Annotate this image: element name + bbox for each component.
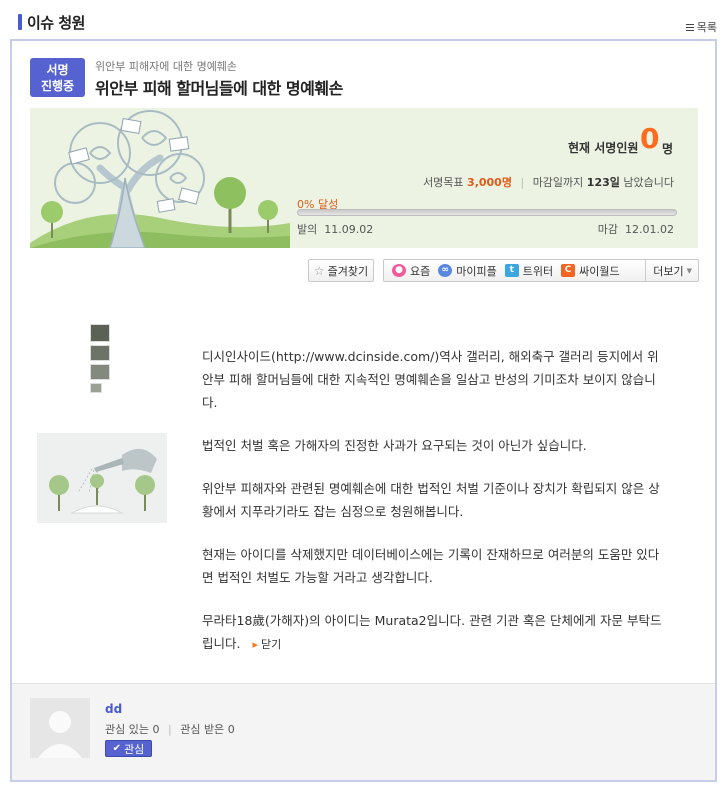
petition-body: 디시인사이드(http://www.dcinside.com/)역사 갤러리, … <box>202 345 662 676</box>
author-stats: 관심 있는 0 | 관심 받은 0 <box>105 721 235 737</box>
deadline-label-pre: 마감일까지 <box>532 176 584 189</box>
share-cyworld[interactable]: C 싸이월드 <box>561 263 620 279</box>
petition-title: 위안부 피해 할머님들에 대한 명예훼손 <box>95 79 343 98</box>
page-title: 이슈 청원 <box>27 14 85 32</box>
start-date-value: 11.09.02 <box>324 223 374 236</box>
watering-illustration <box>37 433 167 523</box>
list-icon <box>685 23 694 31</box>
follow-label: 관심 <box>124 742 145 756</box>
body-paragraph: 현재는 아이디를 삭제했지만 데이터베이스에는 기록이 잔재하므로 여러분의 도… <box>202 547 660 585</box>
current-signers-label: 현재 서명인원 <box>568 141 639 155</box>
current-signers-count: 0 <box>640 122 660 155</box>
thumbnail-image[interactable] <box>90 383 102 393</box>
interests-label: 관심 있는 <box>105 723 149 736</box>
tree-illustration <box>30 110 290 248</box>
goal-line: 서명목표 3,000명 | 마감일까지 123일 남았습니다 <box>423 174 674 190</box>
interested-by-count: 0 <box>227 723 235 736</box>
share-mypeople-label: 마이피플 <box>456 264 497 278</box>
share-mypeople[interactable]: ∞ 마이피플 <box>438 263 497 279</box>
petition-category: 위안부 피해자에 대한 명예훼손 <box>95 60 238 73</box>
status-badge-line1: 서명 <box>46 63 69 77</box>
body-paragraph: 법적인 처벌 혹은 가해자의 진정한 사과가 요구되는 것이 아닌가 싶습니다. <box>202 438 587 453</box>
deadline-label-post: 남았습니다 <box>623 176 674 189</box>
title-accent-bar <box>18 14 22 30</box>
default-avatar-icon <box>30 698 90 758</box>
interests-count: 0 <box>152 723 160 736</box>
share-yozm-label: 요즘 <box>410 264 431 278</box>
follow-button[interactable]: ✔ 관심 <box>105 740 152 757</box>
page-header: 이슈 청원 목록 <box>0 0 725 36</box>
favorite-button[interactable]: ☆ 즐겨찾기 <box>308 259 374 282</box>
list-button-label: 목록 <box>696 21 717 34</box>
petition-box: 서명 진행중 위안부 피해자에 대한 명예훼손 위안부 피해 할머님들에 대한 … <box>10 39 717 782</box>
deadline-text: 마감일까지 123일 남았습니다 <box>533 176 674 189</box>
days-left: 123일 <box>586 176 620 189</box>
share-bar: ● 요즘 ∞ 마이피플 t 트위터 C 싸이월드 더보기 ▼ <box>383 259 699 282</box>
progress-bar <box>297 209 677 216</box>
share-cyworld-label: 싸이월드 <box>579 264 620 278</box>
petition-status-panel: 현재 서명인원 0 명 서명목표 3,000명 | 마감일까지 123일 남았습… <box>30 108 698 248</box>
favorite-label: 즐겨찾기 <box>327 264 369 278</box>
status-badge: 서명 진행중 <box>30 58 85 97</box>
twitter-icon: t <box>504 264 519 277</box>
end-label: 마감 <box>597 223 619 236</box>
interested-by-label: 관심 받은 <box>180 723 225 736</box>
chevron-down-icon: ▼ <box>686 266 692 275</box>
separator: | <box>167 723 172 736</box>
check-icon: ✔ <box>112 743 122 754</box>
body-paragraph: 위안부 피해자와 관련된 명예훼손에 대한 법적인 처벌 기준이나 장치가 확립… <box>202 481 660 519</box>
start-date: 발의 11.09.02 <box>297 221 373 237</box>
thumbnail-image[interactable] <box>90 364 110 380</box>
cyworld-icon: C <box>561 264 576 277</box>
close-link[interactable]: 닫기 <box>252 638 281 651</box>
goal-label: 서명목표 <box>423 176 464 189</box>
mypeople-icon: ∞ <box>438 264 453 277</box>
end-date: 마감 12.01.02 <box>598 221 674 237</box>
share-twitter-label: 트위터 <box>522 264 554 278</box>
separator: | <box>520 176 525 189</box>
star-icon: ☆ <box>313 263 325 278</box>
body-paragraph: 디시인사이드(http://www.dcinside.com/)역사 갤러리, … <box>202 349 659 410</box>
body-last-paragraph: 무라타18歲(가해자)의 아이디는 Murata2입니다. 관련 기관 혹은 단… <box>202 609 662 656</box>
end-date-value: 12.01.02 <box>625 223 674 236</box>
thumbnail-image[interactable] <box>90 324 110 342</box>
status-badge-line2: 진행중 <box>40 79 75 93</box>
image-thumbnails <box>90 324 112 396</box>
more-button[interactable]: 더보기 ▼ <box>645 260 698 281</box>
avatar[interactable] <box>30 698 90 758</box>
yozm-icon: ● <box>392 264 406 277</box>
author-name[interactable]: dd <box>105 702 122 716</box>
thumbnail-image[interactable] <box>90 345 110 361</box>
list-button[interactable]: 목록 <box>685 19 717 35</box>
share-yozm[interactable]: ● 요즘 <box>392 263 430 279</box>
current-signers-unit: 명 <box>662 142 674 156</box>
goal-value: 3,000명 <box>467 176 512 189</box>
start-label: 발의 <box>297 223 318 236</box>
share-twitter[interactable]: t 트위터 <box>504 263 554 279</box>
more-label: 더보기 <box>653 264 684 278</box>
author-section: dd 관심 있는 0 | 관심 받은 0 ✔ 관심 <box>12 683 715 780</box>
